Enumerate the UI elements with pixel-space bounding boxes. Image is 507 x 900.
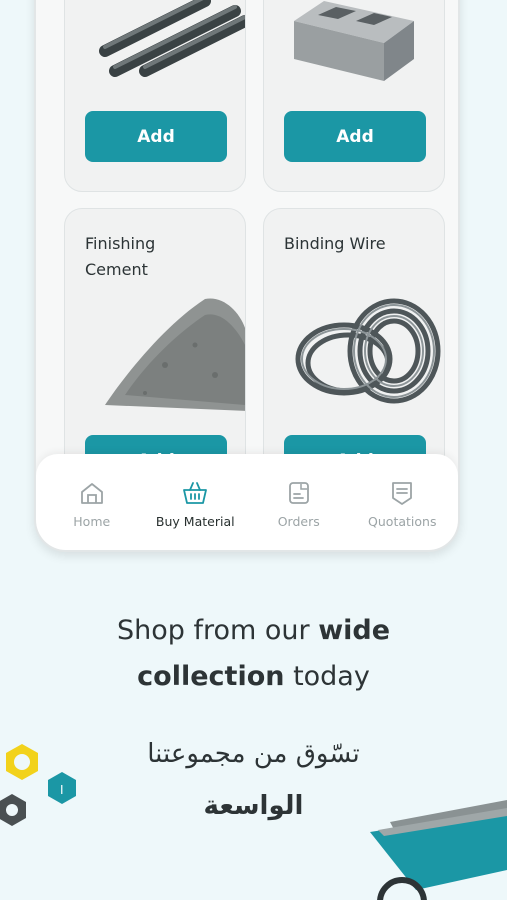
concrete-block-image (294, 1, 414, 81)
arabic-line-1: تسّوق من مجموعتنا (147, 739, 360, 769)
nav-label-home: Home (73, 514, 111, 529)
product-title: Finishing Cement (85, 234, 156, 279)
nav-item-buy-material[interactable]: Buy Material (145, 454, 245, 550)
nav-label-orders: Orders (277, 514, 320, 529)
add-button[interactable]: Add (284, 111, 426, 162)
headline-regular-2: today (284, 661, 370, 692)
quotation-icon (392, 482, 413, 505)
promo-headline-arabic: تسّوق من مجموعتنا الواسعة (0, 728, 507, 832)
basket-icon (183, 482, 208, 504)
promo-headline: Shop from our wide collection today (0, 608, 507, 700)
rebar-image (99, 0, 245, 77)
binding-wire-image (295, 298, 441, 404)
headline-bold-2: collection (137, 661, 285, 692)
headline-regular-1: Shop from our (116, 615, 319, 646)
headline-bold-1: wide (318, 615, 391, 646)
bottom-navigation: Home Buy Material Orders Quotations (36, 454, 458, 550)
orders-icon (288, 482, 309, 504)
product-title: Binding Wire (284, 234, 386, 253)
product-card-concrete-block[interactable]: Add (263, 0, 445, 192)
nav-item-home[interactable]: Home (42, 454, 142, 550)
home-icon (80, 483, 103, 504)
arabic-line-2: الواسعة (203, 791, 304, 821)
product-card-rebar[interactable]: Add (64, 0, 246, 192)
nav-item-orders[interactable]: Orders (249, 454, 349, 550)
phone-mockup: Add Add Finishing Cement Add Binding Wir… (34, 0, 460, 552)
nav-label-quotations: Quotations (368, 514, 437, 529)
nav-item-quotations[interactable]: Quotations (352, 454, 452, 550)
nav-label-buy-material: Buy Material (155, 514, 235, 529)
add-button[interactable]: Add (85, 111, 227, 162)
cement-image (105, 298, 245, 411)
